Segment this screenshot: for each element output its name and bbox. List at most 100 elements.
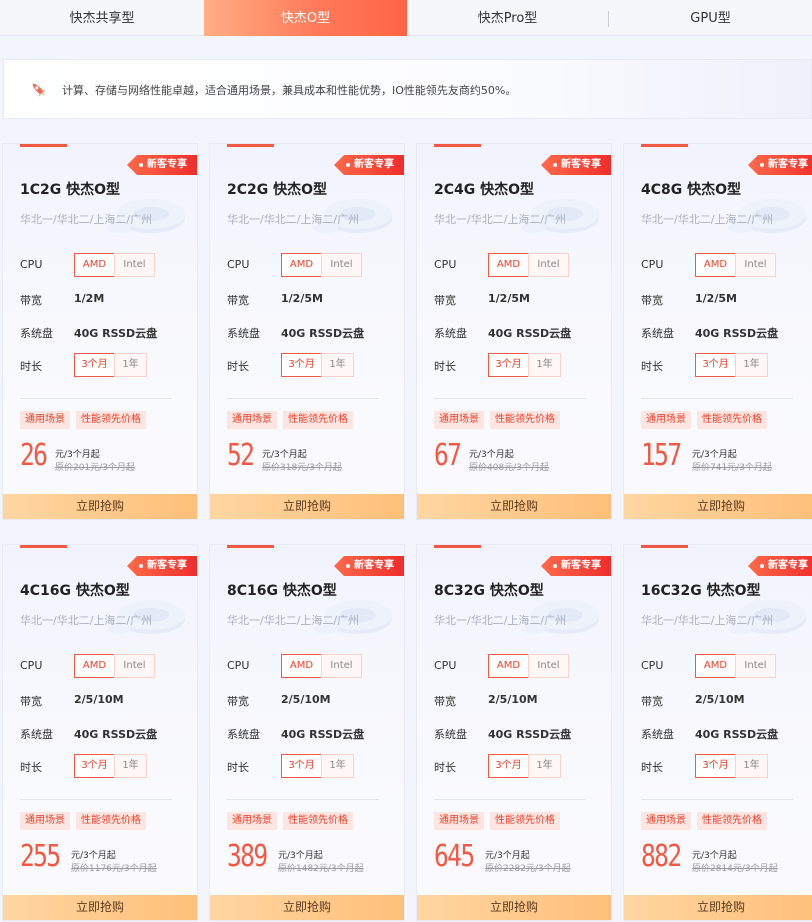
- duration-1year-option[interactable]: 1年: [735, 754, 768, 778]
- card-title: 4C16G 快杰O型: [20, 583, 130, 599]
- bandwidth-value: 1/2/5M: [695, 292, 737, 305]
- card-title: 8C16G 快杰O型: [227, 583, 337, 599]
- duration-label: 时长: [434, 360, 456, 373]
- price-value: 52: [227, 438, 255, 473]
- duration-3months-option[interactable]: 3个月: [695, 754, 736, 778]
- cpu-amd-option[interactable]: AMD: [281, 253, 322, 277]
- cpu-amd-option[interactable]: AMD: [488, 654, 529, 678]
- cpu-intel-option[interactable]: Intel: [735, 654, 776, 678]
- badge-label: 新客专享: [354, 159, 394, 170]
- tab-kuaijie-pro[interactable]: 快杰Pro型: [407, 0, 608, 36]
- duration-1year-option[interactable]: 1年: [735, 353, 768, 377]
- badge-dot-icon: [346, 564, 350, 568]
- buy-now-button[interactable]: 立即抢购: [624, 494, 812, 519]
- cpu-intel-option[interactable]: Intel: [528, 253, 569, 277]
- cpu-label: CPU: [641, 659, 664, 672]
- duration-1year-option[interactable]: 1年: [321, 754, 354, 778]
- duration-3months-option[interactable]: 3个月: [281, 353, 322, 377]
- cpu-intel-option[interactable]: Intel: [528, 654, 569, 678]
- duration-3months-option[interactable]: 3个月: [488, 754, 529, 778]
- tag-performance: 性能领先价格: [697, 411, 767, 429]
- price-value: 26: [20, 438, 48, 473]
- card-accent-bar: [20, 144, 67, 147]
- cpu-amd-option[interactable]: AMD: [74, 654, 115, 678]
- duration-1year-option[interactable]: 1年: [114, 353, 147, 377]
- badge-label: 新客专享: [768, 560, 808, 571]
- cpu-amd-option[interactable]: AMD: [695, 654, 736, 678]
- new-customer-badge: 新客专享: [748, 155, 812, 175]
- buy-now-button[interactable]: 立即抢购: [3, 895, 197, 920]
- buy-now-button[interactable]: 立即抢购: [417, 895, 611, 920]
- disk-value: 40G RSSD云盘: [488, 327, 572, 340]
- card-region: 华北一/华北二/上海二/广州: [641, 614, 774, 627]
- bandwidth-value: 1/2/5M: [281, 292, 323, 305]
- duration-3months-option[interactable]: 3个月: [281, 754, 322, 778]
- duration-3months-option[interactable]: 3个月: [695, 353, 736, 377]
- original-price: 原价1176元/3个月起: [71, 864, 157, 874]
- badge-dot-icon: [553, 163, 557, 167]
- rocket-icon: [32, 83, 46, 97]
- badge-dot-icon: [760, 564, 764, 568]
- price-unit: 元/3个月起: [469, 450, 514, 460]
- tab-kuaijie-o[interactable]: 快杰O型: [204, 0, 407, 36]
- price-value: 882: [641, 839, 682, 874]
- buy-now-button[interactable]: 立即抢购: [3, 494, 197, 519]
- cpu-intel-option[interactable]: Intel: [321, 253, 362, 277]
- disk-value: 40G RSSD云盘: [695, 728, 779, 741]
- duration-3months-option[interactable]: 3个月: [74, 754, 115, 778]
- original-price: 原价408元/3个月起: [469, 463, 549, 473]
- card-title: 1C2G 快杰O型: [20, 182, 121, 198]
- card-title: 2C4G 快杰O型: [434, 182, 535, 198]
- cpu-label: CPU: [227, 659, 250, 672]
- duration-label: 时长: [227, 360, 249, 373]
- cpu-intel-option[interactable]: Intel: [321, 654, 362, 678]
- product-card: 新客专享 2C4G 快杰O型 华北一/华北二/上海二/广州 CPU AMD In…: [416, 143, 612, 520]
- badge-dot-icon: [346, 163, 350, 167]
- badge-label: 新客专享: [561, 560, 601, 571]
- buy-now-button[interactable]: 立即抢购: [210, 494, 404, 519]
- tag-performance: 性能领先价格: [283, 812, 353, 830]
- cpu-amd-option[interactable]: AMD: [74, 253, 115, 277]
- card-divider: [20, 799, 172, 800]
- disk-label: 系统盘: [20, 728, 53, 741]
- duration-label: 时长: [20, 761, 42, 774]
- buy-now-button[interactable]: 立即抢购: [417, 494, 611, 519]
- disk-value: 40G RSSD云盘: [695, 327, 779, 340]
- product-tabs: 快杰共享型 快杰O型 快杰Pro型 GPU型: [0, 0, 812, 36]
- tag-performance: 性能领先价格: [76, 812, 146, 830]
- bandwidth-label: 带宽: [20, 294, 42, 307]
- duration-3months-option[interactable]: 3个月: [74, 353, 115, 377]
- cpu-intel-option[interactable]: Intel: [114, 654, 155, 678]
- price-value: 645: [434, 839, 475, 874]
- disk-value: 40G RSSD云盘: [74, 327, 158, 340]
- duration-1year-option[interactable]: 1年: [528, 353, 561, 377]
- original-price: 原价741元/3个月起: [692, 463, 772, 473]
- price-value: 157: [641, 438, 682, 473]
- bandwidth-value: 2/5/10M: [74, 693, 124, 706]
- product-card: 新客专享 8C32G 快杰O型 华北一/华北二/上海二/广州 CPU AMD I…: [416, 544, 612, 921]
- cpu-amd-option[interactable]: AMD: [281, 654, 322, 678]
- price-unit: 元/3个月起: [485, 851, 530, 861]
- price-unit: 元/3个月起: [692, 450, 737, 460]
- cpu-amd-option[interactable]: AMD: [488, 253, 529, 277]
- buy-now-button[interactable]: 立即抢购: [624, 895, 812, 920]
- buy-now-button[interactable]: 立即抢购: [210, 895, 404, 920]
- duration-1year-option[interactable]: 1年: [114, 754, 147, 778]
- price-unit: 元/3个月起: [55, 450, 100, 460]
- price-value: 255: [20, 839, 61, 874]
- card-accent-bar: [641, 144, 688, 147]
- cpu-amd-option[interactable]: AMD: [695, 253, 736, 277]
- card-region: 华北一/华北二/上海二/广州: [641, 213, 774, 226]
- bandwidth-value: 2/5/10M: [695, 693, 745, 706]
- duration-1year-option[interactable]: 1年: [528, 754, 561, 778]
- cpu-intel-option[interactable]: Intel: [114, 253, 155, 277]
- duration-1year-option[interactable]: 1年: [321, 353, 354, 377]
- disk-value: 40G RSSD云盘: [281, 728, 365, 741]
- bandwidth-label: 带宽: [434, 294, 456, 307]
- tag-general: 通用场景: [20, 411, 70, 429]
- cpu-intel-option[interactable]: Intel: [735, 253, 776, 277]
- duration-3months-option[interactable]: 3个月: [488, 353, 529, 377]
- tab-kuaijie-shared[interactable]: 快杰共享型: [0, 0, 204, 36]
- duration-label: 时长: [641, 360, 663, 373]
- tab-gpu[interactable]: GPU型: [609, 0, 812, 36]
